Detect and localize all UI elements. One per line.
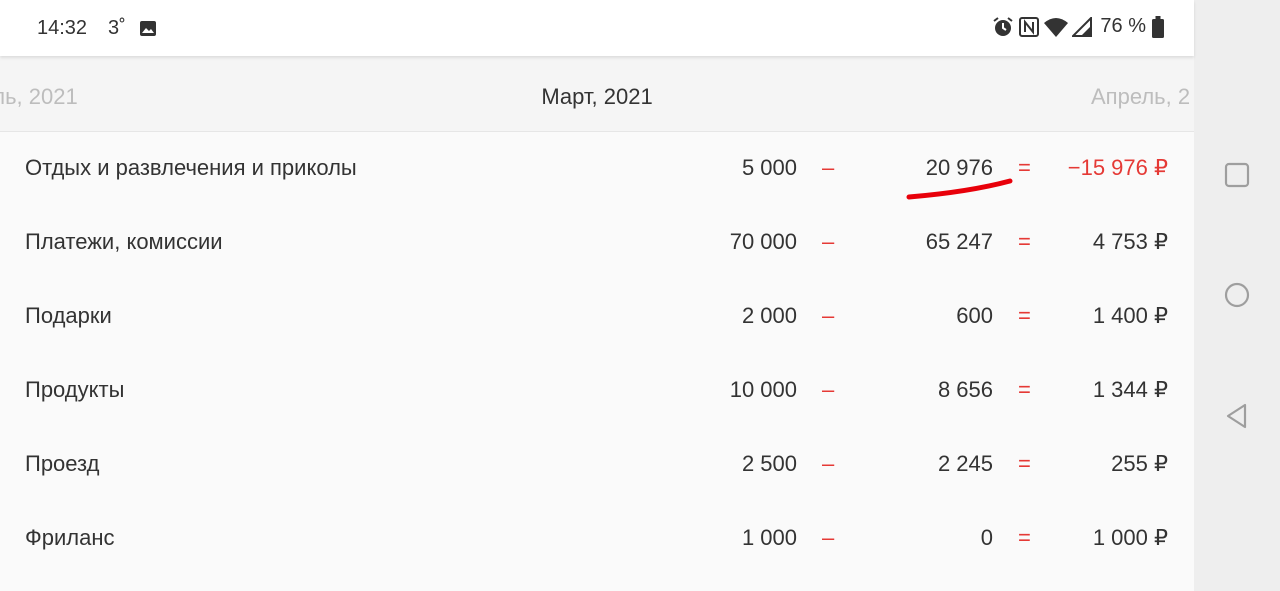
remaining-amount: 4 753 ₽ xyxy=(1092,229,1168,254)
equals-sign: = xyxy=(1018,377,1031,402)
wifi-icon xyxy=(1044,17,1069,37)
minus-sign: – xyxy=(822,525,835,550)
battery-icon xyxy=(1152,15,1164,38)
equals-sign: = xyxy=(1018,229,1031,254)
category-name: Отдых и развлечения и приколы xyxy=(25,155,357,180)
minus-sign: – xyxy=(822,451,835,476)
category-name: Фриланс xyxy=(25,525,115,550)
signal-icon xyxy=(1072,16,1093,37)
spent-amount: 8 656 xyxy=(937,377,993,402)
image-icon xyxy=(140,21,156,36)
budget-row[interactable]: Платежи, комиссии 70 000 – 65 247 = 4 75… xyxy=(0,205,1194,279)
budget-row[interactable]: Фриланс 1 000 – 0 = 1 000 ₽ xyxy=(0,501,1194,575)
budget-amount: 2 500 xyxy=(741,451,797,476)
battery-percent: 76 % xyxy=(1100,15,1146,37)
budget-amount: 1 000 xyxy=(741,525,797,550)
remaining-amount: −15 976 ₽ xyxy=(1067,155,1168,180)
equals-sign: = xyxy=(1018,525,1031,550)
category-name: Проезд xyxy=(25,451,100,476)
nfc-icon xyxy=(1019,16,1040,37)
status-time: 14:32 xyxy=(37,17,88,39)
budget-row[interactable]: Подарки 2 000 – 600 = 1 400 ₽ xyxy=(0,279,1194,353)
remaining-amount: 1 400 ₽ xyxy=(1092,303,1168,328)
budget-amount: 70 000 xyxy=(729,229,797,254)
category-name: Платежи, комиссии xyxy=(25,229,223,254)
minus-sign: – xyxy=(822,377,835,402)
remaining-amount: 255 ₽ xyxy=(1111,451,1168,476)
budget-amount: 2 000 xyxy=(741,303,797,328)
minus-sign: – xyxy=(822,303,835,328)
category-name: Подарки xyxy=(25,303,112,328)
spent-amount: 65 247 xyxy=(925,229,993,254)
navigation-bar xyxy=(1194,0,1280,591)
equals-sign: = xyxy=(1018,303,1031,328)
spent-amount: 0 xyxy=(980,525,993,550)
remaining-amount: 1 000 ₽ xyxy=(1092,525,1168,550)
budget-row[interactable]: Проезд 2 500 – 2 245 = 255 ₽ xyxy=(0,427,1194,501)
recents-icon[interactable] xyxy=(1224,162,1250,188)
budget-row[interactable]: Продукты 10 000 – 8 656 = 1 344 ₽ xyxy=(0,353,1194,427)
minus-sign: – xyxy=(822,155,835,180)
next-month[interactable]: Апрель, 2 xyxy=(1091,84,1190,110)
budget-amount: 5 000 xyxy=(741,155,797,180)
month-switcher: аль, 2021 Март, 2021 Апрель, 2 xyxy=(0,56,1194,132)
budget-amount: 10 000 xyxy=(729,377,797,402)
current-month: Март, 2021 xyxy=(541,84,653,109)
alarm-icon xyxy=(993,16,1014,36)
status-temperature: 3˚ xyxy=(108,17,126,39)
minus-sign: – xyxy=(822,229,835,254)
remaining-amount: 1 344 ₽ xyxy=(1092,377,1168,402)
back-icon[interactable] xyxy=(1224,403,1250,429)
status-bar: 14:32 3˚ 76 % xyxy=(0,0,1194,56)
spent-amount: 600 xyxy=(956,303,993,328)
equals-sign: = xyxy=(1018,451,1031,476)
home-icon[interactable] xyxy=(1224,282,1250,308)
red-underline-annotation xyxy=(906,178,1013,200)
spent-amount: 2 245 xyxy=(937,451,993,476)
category-name: Продукты xyxy=(25,377,125,402)
